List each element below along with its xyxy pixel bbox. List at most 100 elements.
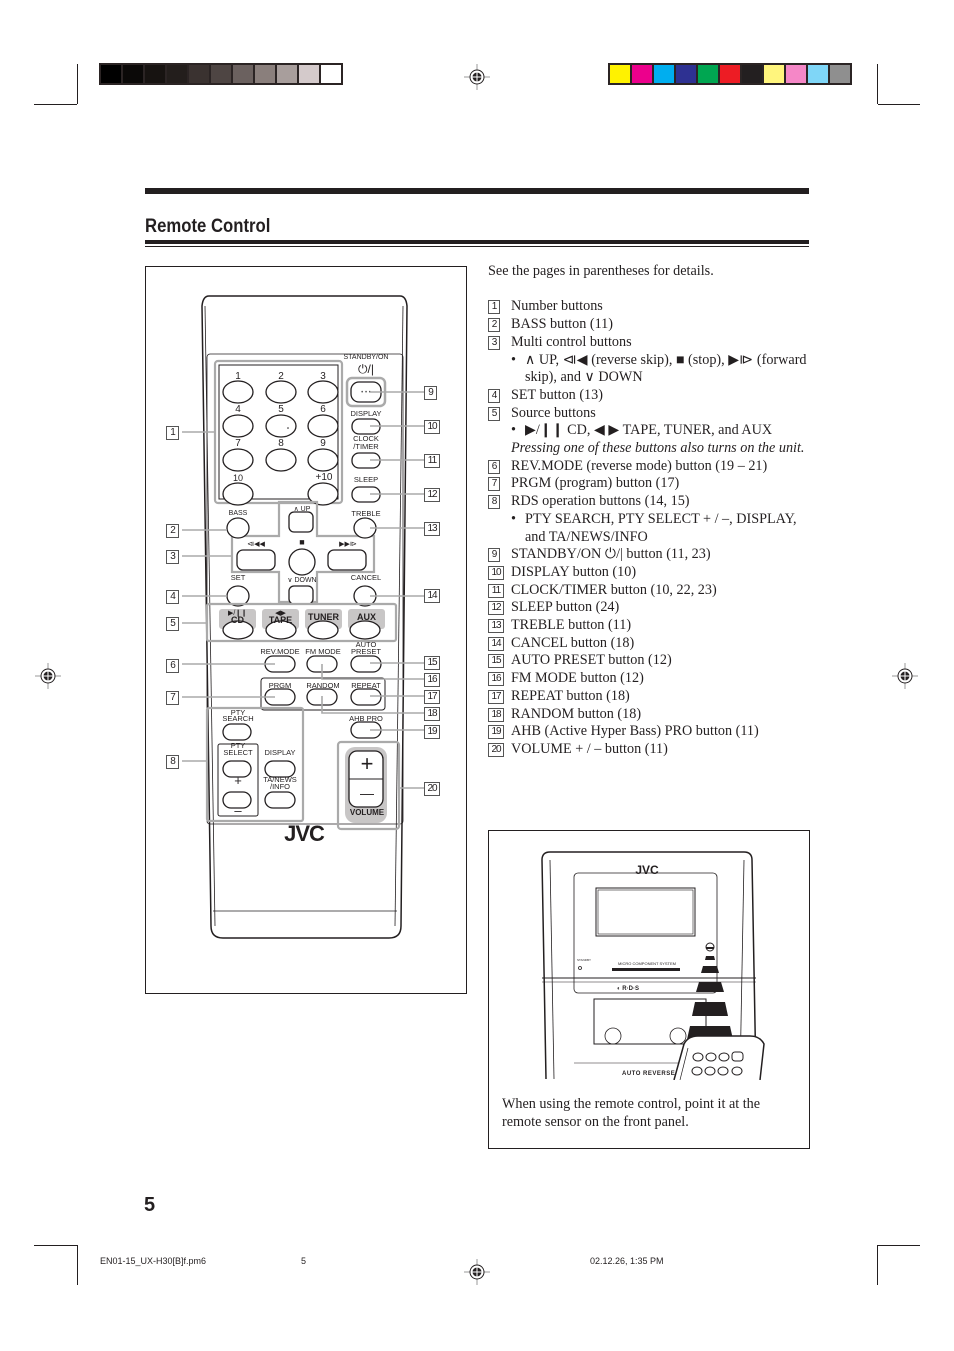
list-item: 4 SET button (13)	[488, 387, 818, 405]
title-rule	[145, 240, 809, 244]
header-rule	[145, 188, 809, 194]
item-number-box: 20	[488, 742, 504, 757]
gray-swatch	[189, 65, 211, 83]
item-number-box: 10	[488, 565, 504, 580]
registration-mark-icon	[464, 1259, 490, 1285]
volume-minus-icon: —	[360, 785, 374, 801]
item-number-box: 4	[488, 388, 500, 403]
unit-standby-label: STANDBY	[577, 958, 591, 962]
item-text: PRGM (program) button (17)	[511, 475, 680, 492]
number-label-1: 1	[235, 371, 241, 382]
list-item: 5 Source buttons	[488, 405, 818, 423]
color-swatch	[654, 65, 676, 83]
bullet-icon: •	[511, 422, 516, 439]
callout-19: 19	[424, 725, 440, 739]
list-item: 20 VOLUME + / – button (11)	[488, 741, 818, 759]
gray-swatch	[321, 65, 341, 83]
item-bullet: • PTY SEARCH, PTY SELECT + / –, DISPLAY, …	[488, 511, 818, 546]
item-text: Source buttons	[511, 404, 596, 421]
item-text: VOLUME + / – button (11)	[511, 740, 668, 757]
list-item: 9 STANDBY/ON ⏻/| button (11, 23)	[488, 546, 818, 564]
list-item: 10 DISPLAY button (10)	[488, 564, 818, 582]
bullet-text: PTY SEARCH, PTY SELECT + / –, DISPLAY, a…	[525, 510, 797, 545]
item-text: CANCEL button (18)	[511, 634, 635, 651]
item-text: BASS button (11)	[511, 316, 613, 333]
color-swatch	[610, 65, 632, 83]
item-number-box: 1	[488, 300, 500, 315]
rev-skip-icon: ⧏◀◀	[247, 541, 265, 548]
gray-swatch	[101, 65, 123, 83]
footer-filename: EN01-15_UX-H30[B]f.pm6	[100, 1256, 207, 1266]
standby-symbol-icon: ⏻/|	[358, 362, 374, 376]
color-calibration-bar	[608, 63, 852, 85]
item-number-box: 15	[488, 654, 504, 669]
bass-label: BASS	[228, 510, 248, 517]
color-swatch	[830, 65, 850, 83]
item-text: AHB (Active Hyper Bass) PRO button (11)	[511, 723, 759, 740]
callout-16: 16	[424, 673, 440, 687]
callout-2: 2	[166, 524, 179, 538]
crop-mark	[877, 64, 878, 104]
number-label-2: 2	[278, 371, 284, 382]
standby-label: STANDBY/ON	[343, 354, 389, 361]
info-label: /INFO	[270, 782, 290, 791]
item-text: STANDBY/ON ⏻/| button (11, 23)	[511, 546, 711, 563]
item-number-box: 9	[488, 548, 500, 563]
set-label: SET	[230, 573, 246, 582]
callout-6: 6	[166, 659, 179, 673]
number-label-6: 6	[320, 404, 326, 415]
number-label-4: 4	[235, 404, 241, 415]
gray-swatch	[211, 65, 233, 83]
list-item: 6 REV.MODE (reverse mode) button (19 – 21…	[488, 458, 818, 476]
item-number-box: 14	[488, 636, 504, 651]
item-number-box: 3	[488, 335, 500, 350]
color-swatch	[742, 65, 764, 83]
bullet-text: ▶/❙❙ CD, ◀ ▶ TAPE, TUNER, and AUX	[525, 422, 773, 439]
item-text: SET button (13)	[511, 386, 603, 403]
item-number-box: 19	[488, 725, 504, 740]
item-number-box: 5	[488, 406, 500, 421]
aux-label: AUX	[356, 612, 376, 622]
number-label-10: 10	[232, 473, 243, 483]
intro-text: See the pages in parentheses for details…	[488, 263, 714, 279]
stop-icon: ■	[299, 537, 305, 547]
callout-15: 15	[424, 656, 440, 670]
list-item: 15 AUTO PRESET button (12)	[488, 652, 818, 670]
color-swatch	[720, 65, 742, 83]
item-bullet: • ▶/❙❙ CD, ◀ ▶ TAPE, TUNER, and AUX	[488, 422, 818, 440]
gray-swatch	[123, 65, 145, 83]
pty-plus-label: +	[234, 773, 242, 788]
jvc-logo: JVC	[284, 821, 325, 846]
item-text: RANDOM button (18)	[511, 705, 642, 722]
list-item: 8 RDS operation buttons (14, 15)	[488, 493, 818, 511]
callout-18: 18	[424, 707, 440, 721]
crop-mark	[34, 104, 77, 105]
color-swatch	[632, 65, 654, 83]
color-swatch	[786, 65, 808, 83]
registration-mark-icon	[892, 663, 918, 689]
number-label-8: 8	[278, 438, 284, 449]
treble-label: TREBLE	[351, 509, 381, 518]
gray-swatch	[167, 65, 189, 83]
color-swatch	[808, 65, 830, 83]
display-rds-label: DISPLAY	[264, 748, 296, 757]
item-number-box: 8	[488, 495, 500, 510]
item-text: RDS operation buttons (14, 15)	[511, 493, 690, 510]
button-description-list: See the pages in parentheses for details…	[488, 263, 818, 759]
rev-mode-label: REV.MODE	[260, 647, 300, 656]
list-item: 14 CANCEL button (18)	[488, 635, 818, 653]
item-number-box: 16	[488, 672, 504, 687]
timer-label: /TIMER	[353, 442, 379, 451]
gray-swatch	[145, 65, 167, 83]
list-item: 19 AHB (Active Hyper Bass) PRO button (11…	[488, 723, 818, 741]
crop-mark	[34, 1245, 77, 1246]
tape-label: TAPE	[268, 615, 293, 625]
item-text: Multi control buttons	[511, 333, 632, 350]
item-bullet: • ∧ UP, ⧏◀ (reverse skip), ■ (stop), ▶⧐ (…	[488, 352, 818, 387]
callout-4: 4	[166, 590, 179, 604]
unit-system-label: MICRO COMPONENT SYSTEM	[618, 961, 676, 966]
ahb-pro-label: AHB PRO	[349, 714, 383, 723]
list-item: 13 TREBLE button (11)	[488, 617, 818, 635]
item-text: AUTO PRESET button (12)	[511, 652, 672, 669]
callout-9: 9	[424, 386, 437, 400]
